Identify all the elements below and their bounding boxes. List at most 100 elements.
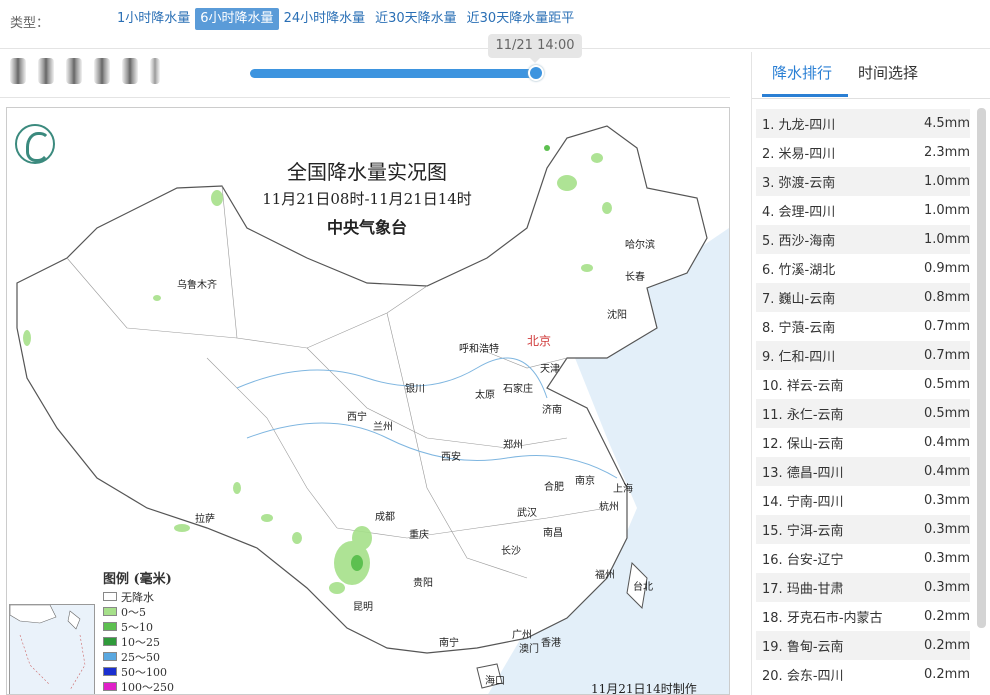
city-label: 广州 (512, 630, 532, 641)
legend-label: 5～10 (121, 620, 153, 634)
tab-time-select[interactable]: 时间选择 (858, 62, 918, 83)
city-label: 呼和浩特 (459, 344, 499, 355)
map-subtitle: 11月21日08时-11月21日14时 (262, 190, 472, 208)
ranking-row[interactable]: 20. 会东-四川 0.2mm (756, 660, 970, 689)
ranking-value: 0.4mm (923, 464, 970, 479)
ranking-station: 10. 祥云-云南 (762, 375, 844, 394)
ranking-number: 16. (762, 553, 783, 568)
ranking-value: 0.3mm (923, 493, 970, 508)
map-org: 中央气象台 (326, 218, 407, 237)
ranking-station: 17. 玛曲-甘肃 (762, 578, 844, 597)
ranking-value: 0.5mm (923, 377, 970, 392)
frame-thumb[interactable] (122, 58, 138, 84)
ranking-value: 0.5mm (923, 406, 970, 421)
ranking-value: 0.3mm (923, 522, 970, 537)
scrollbar[interactable] (977, 108, 986, 628)
ranking-value: 0.2mm (923, 609, 970, 624)
tab-1h-precip[interactable]: 1小时降水量 (112, 8, 195, 30)
ranking-value: 0.3mm (923, 551, 970, 566)
ranking-value: 0.2mm (923, 667, 970, 682)
ranking-row[interactable]: 16. 台安-辽宁 0.3mm (756, 544, 970, 573)
tab-30d-precip[interactable]: 近30天降水量 (370, 8, 462, 30)
city-label: 太原 (475, 390, 495, 401)
ranking-row[interactable]: 6. 竹溪-湖北 0.9mm (756, 254, 970, 283)
legend-item: 100～250 (103, 679, 187, 694)
ranking-value: 0.2mm (923, 638, 970, 653)
ranking-row[interactable]: 11. 永仁-云南 0.5mm (756, 399, 970, 428)
ranking-station: 13. 德昌-四川 (762, 462, 844, 481)
city-label: 海口 (485, 676, 505, 687)
ranking-number: 9. (762, 350, 775, 365)
station-name: 保山-云南 (786, 437, 844, 452)
tab-24h-precip[interactable]: 24小时降水量 (279, 8, 371, 30)
station-name: 西沙-海南 (778, 234, 836, 249)
ranking-value: 0.8mm (923, 290, 970, 305)
ranking-row[interactable]: 9. 仁和-四川 0.7mm (756, 341, 970, 370)
ranking-row[interactable]: 4. 会理-四川 1.0mm (756, 196, 970, 225)
ranking-row[interactable]: 14. 宁南-四川 0.3mm (756, 486, 970, 515)
legend-swatch (103, 607, 117, 616)
ranking-row[interactable]: 13. 德昌-四川 0.4mm (756, 457, 970, 486)
station-name: 台安-辽宁 (786, 553, 844, 568)
frame-thumb[interactable] (66, 58, 82, 84)
city-label: 香港 (541, 638, 561, 649)
frame-thumb[interactable] (38, 58, 54, 84)
ranking-station: 8. 宁蒗-云南 (762, 317, 835, 336)
tab-precip-ranking[interactable]: 降水排行 (772, 62, 832, 83)
city-label: 哈尔滨 (625, 240, 655, 251)
legend-item: 25～50 (103, 649, 187, 664)
legend-item: 10～25 (103, 634, 187, 649)
station-name: 玛曲-甘肃 (786, 582, 844, 597)
frame-thumb[interactable] (10, 58, 26, 84)
station-name: 牙克石市-内蒙古 (786, 611, 883, 626)
frame-thumb[interactable] (150, 58, 160, 84)
ranking-row[interactable]: 12. 保山-云南 0.4mm (756, 428, 970, 457)
ranking-row[interactable]: 18. 牙克石市-内蒙古 0.2mm (756, 602, 970, 631)
ranking-row[interactable]: 10. 祥云-云南 0.5mm (756, 370, 970, 399)
ranking-row[interactable]: 19. 鲁甸-云南 0.2mm (756, 631, 970, 660)
legend-item: 无降水 (103, 589, 187, 604)
panel-tabs: 降水排行 时间选择 (762, 52, 982, 98)
legend-label: 50～100 (121, 665, 167, 679)
city-label: 西宁 (347, 412, 367, 423)
ranking-number: 18. (762, 611, 783, 626)
station-name: 巍山-云南 (778, 292, 836, 307)
ranking-row[interactable]: 2. 米易-四川 2.3mm (756, 138, 970, 167)
ranking-row[interactable]: 3. 弥渡-云南 1.0mm (756, 167, 970, 196)
tab-30d-anomaly[interactable]: 近30天降水量距平 (462, 8, 580, 30)
ranking-value: 0.3mm (923, 580, 970, 595)
city-label: 杭州 (599, 502, 619, 513)
station-name: 仁和-四川 (778, 350, 836, 365)
ranking-panel: 降水排行 时间选择 1. 九龙-四川 4.5mm 2. 米易-四川 2.3mm 3. 弥… (751, 52, 990, 695)
ranking-row[interactable]: 5. 西沙-海南 1.0mm (756, 225, 970, 254)
inset-map-graphic (9, 604, 86, 691)
city-label: 济南 (542, 405, 562, 416)
tab-6h-precip[interactable]: 6小时降水量 (195, 8, 279, 30)
ranking-row[interactable]: 8. 宁蒗-云南 0.7mm (756, 312, 970, 341)
ranking-number: 15. (762, 524, 783, 539)
ranking-row[interactable]: 7. 巍山-云南 0.8mm (756, 283, 970, 312)
time-slider-handle[interactable] (528, 65, 544, 81)
frame-thumb[interactable] (94, 58, 110, 84)
station-name: 宁南-四川 (786, 495, 844, 510)
ranking-number: 6. (762, 263, 775, 278)
city-label: 西安 (441, 452, 461, 463)
ranking-station: 2. 米易-四川 (762, 143, 835, 162)
ranking-value: 0.7mm (923, 319, 970, 334)
ranking-row[interactable]: 17. 玛曲-甘肃 0.3mm (756, 573, 970, 602)
legend-item: 0～5 (103, 604, 187, 619)
legend-swatch (103, 652, 117, 661)
city-label: 北京 (527, 334, 552, 348)
ranking-row[interactable]: 15. 宁洱-云南 0.3mm (756, 515, 970, 544)
ranking-number: 5. (762, 234, 775, 249)
city-label: 兰州 (373, 422, 393, 433)
time-slider-track[interactable] (250, 69, 538, 78)
type-label: 类型： (10, 16, 50, 31)
ranking-row[interactable]: 1. 九龙-四川 4.5mm (756, 109, 970, 138)
city-label: 长春 (625, 272, 645, 283)
ranking-value: 1.0mm (923, 232, 970, 247)
city-label: 成都 (375, 512, 395, 523)
ranking-number: 1. (762, 118, 775, 133)
ranking-value: 4.5mm (923, 116, 970, 131)
ranking-value: 1.0mm (923, 174, 970, 189)
